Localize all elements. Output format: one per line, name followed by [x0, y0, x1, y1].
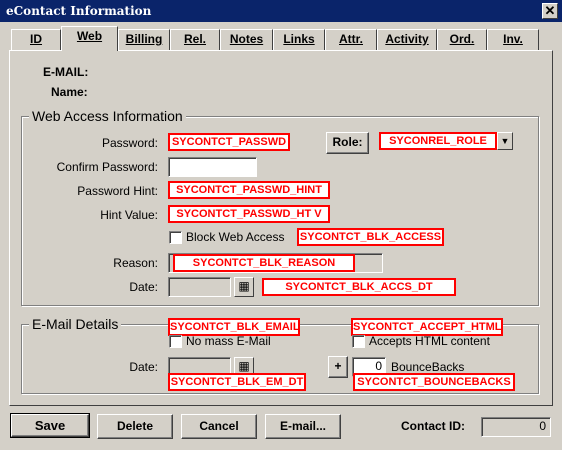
- contact-id-label: Contact ID:: [401, 419, 465, 433]
- window-title: eContact Information: [6, 4, 152, 18]
- accepts-html-label: Accepts HTML content: [369, 334, 490, 348]
- hint-value-field[interactable]: SYCONTCT_PASSWD_HT V: [168, 205, 330, 223]
- close-icon[interactable]: ✕: [542, 3, 558, 19]
- no-mass-email-label: No mass E-Mail: [186, 334, 271, 348]
- bouncebacks-label: BounceBacks: [391, 360, 465, 374]
- contact-id-value: 0: [481, 417, 551, 437]
- tab-id[interactable]: ID: [11, 29, 61, 50]
- name-label: Name:: [51, 85, 88, 99]
- no-mass-email-checkbox[interactable]: [169, 335, 182, 348]
- calendar-icon[interactable]: ▦: [234, 277, 254, 297]
- block-web-access-checkbox[interactable]: [169, 231, 182, 244]
- block-date-tag: SYCONTCT_BLK_ACCS_DT: [262, 278, 456, 296]
- block-access-tag: SYCONTCT_BLK_ACCESS: [297, 228, 444, 246]
- block-date-input[interactable]: [168, 277, 231, 297]
- block-web-access-label: Block Web Access: [186, 230, 285, 244]
- date-label: Date:: [129, 280, 158, 294]
- password-label: Password:: [101, 136, 158, 150]
- email-details-group-title: E-Mail Details: [29, 316, 122, 332]
- email-date-tag: SYCONTCT_BLK_EM_DT: [168, 373, 306, 391]
- password-hint-field[interactable]: SYCONTCT_PASSWD_HINT: [168, 181, 330, 199]
- confirm-password-label: Confirm Password:: [56, 160, 158, 174]
- reason-tag: SYCONTCT_BLK_REASON: [173, 254, 355, 272]
- tab-billing[interactable]: Billing: [118, 29, 170, 50]
- confirm-password-input[interactable]: [168, 157, 257, 177]
- tab-links[interactable]: Links: [273, 29, 325, 50]
- delete-button[interactable]: Delete: [97, 414, 173, 439]
- cancel-button[interactable]: Cancel: [181, 414, 257, 439]
- chevron-down-icon[interactable]: ▼: [497, 132, 513, 150]
- password-hint-label: Password Hint:: [77, 184, 158, 198]
- email-date-label: Date:: [129, 360, 158, 374]
- password-field[interactable]: SYCONTCT_PASSWD: [168, 133, 290, 151]
- email-button[interactable]: E-mail...: [265, 414, 341, 439]
- save-button[interactable]: Save: [10, 413, 90, 438]
- tab-web[interactable]: Web: [61, 26, 118, 51]
- hint-value-label: Hint Value:: [100, 208, 158, 222]
- tab-notes[interactable]: Notes: [220, 29, 273, 50]
- bounce-increment-button[interactable]: +: [328, 356, 348, 378]
- bouncebacks-tag: SYCONTCT_BOUNCEBACKS: [353, 373, 515, 391]
- tab-ord[interactable]: Ord.: [437, 29, 487, 50]
- web-access-group-title: Web Access Information: [29, 108, 186, 124]
- tab-attr[interactable]: Attr.: [325, 29, 377, 50]
- email-label: E-MAIL:: [43, 65, 89, 79]
- title-bar: eContact Information ✕: [0, 0, 562, 22]
- role-button[interactable]: Role:: [326, 132, 369, 154]
- accepts-html-checkbox[interactable]: [352, 335, 365, 348]
- role-select[interactable]: SYCONREL_ROLE: [379, 132, 497, 150]
- tab-rel[interactable]: Rel.: [170, 29, 220, 50]
- reason-label: Reason:: [113, 256, 158, 270]
- tab-inv[interactable]: Inv.: [487, 29, 539, 50]
- tab-activity[interactable]: Activity: [377, 29, 437, 50]
